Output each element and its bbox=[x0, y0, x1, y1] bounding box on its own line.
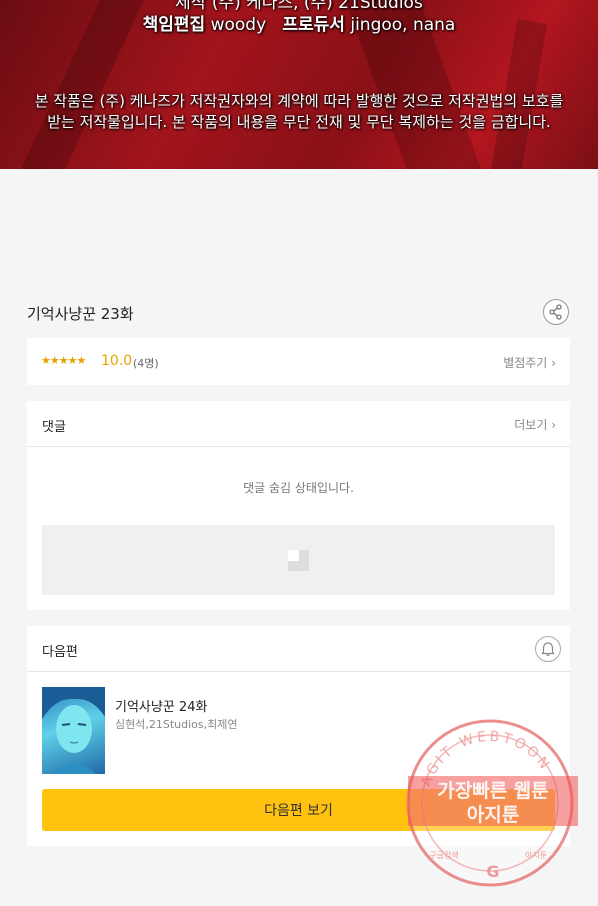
comments-more-label: 더보기 bbox=[514, 418, 548, 432]
next-episode-thumbnail[interactable] bbox=[42, 687, 105, 774]
divider bbox=[27, 446, 570, 447]
next-section-title: 다음편 bbox=[42, 645, 78, 660]
next-episode-authors: 심현석,21Studios,최제연 bbox=[115, 718, 238, 731]
episode-end-banner: 제작 (주) 케나즈, (주) 21Studios 책임편집 woody 프로듀… bbox=[0, 0, 598, 169]
ad-image-icon bbox=[288, 550, 309, 571]
rating-card: ★★★★★ 10.0 (4명) 별점주기 › bbox=[27, 338, 570, 385]
chevron-right-icon: › bbox=[551, 418, 556, 432]
bell-icon bbox=[541, 642, 555, 657]
producer-name: jingoo, nana bbox=[350, 15, 456, 35]
comments-card: 댓글 더보기 › 댓글 숨김 상태입니다. bbox=[27, 401, 570, 610]
ad-placeholder[interactable] bbox=[42, 525, 555, 595]
share-icon bbox=[549, 304, 562, 320]
agit-webtoon-watermark-logo: AGIT WEBTOON 가장빠른 웹툰 아지툰 구글검색 아지툰 G bbox=[406, 719, 578, 887]
editor-name: woody bbox=[210, 15, 267, 35]
svg-text:가장빠른 웹툰: 가장빠른 웹툰 bbox=[437, 780, 549, 802]
svg-text:구글검색: 구글검색 bbox=[429, 850, 458, 860]
notify-button[interactable] bbox=[535, 636, 561, 662]
rating-score: 10.0 bbox=[101, 353, 133, 369]
chevron-right-icon: › bbox=[551, 356, 556, 370]
copyright-notice: 본 작품은 (주) 케나즈가 저작권자와의 계약에 따라 발행한 것으로 저작권… bbox=[0, 91, 598, 133]
editor-label: 책임편집 bbox=[142, 15, 206, 35]
rate-button-label: 별점주기 bbox=[503, 356, 548, 370]
producer-label: 프로듀서 bbox=[282, 15, 345, 35]
divider bbox=[27, 671, 570, 672]
comments-title: 댓글 bbox=[42, 420, 66, 435]
svg-text:G: G bbox=[486, 862, 499, 881]
next-episode-title[interactable]: 기억사냥꾼 24화 bbox=[115, 696, 207, 715]
svg-text:아지툰: 아지툰 bbox=[467, 804, 519, 826]
notice-line: 본 작품은 (주) 케나즈가 저작권자와의 계약에 따라 발행한 것으로 저작권… bbox=[34, 92, 564, 110]
staff-credit: 책임편집 woody 프로듀서 jingoo, nana bbox=[0, 10, 598, 35]
episode-title: 기억사냥꾼 23화 bbox=[27, 305, 134, 323]
share-button[interactable] bbox=[543, 299, 569, 325]
comments-hidden-message: 댓글 숨김 상태입니다. bbox=[243, 481, 354, 495]
rating-stars: ★★★★★ bbox=[41, 354, 86, 367]
comments-more-link[interactable]: 더보기 › bbox=[514, 416, 556, 433]
rating-count: (4명) bbox=[133, 357, 159, 370]
notice-line: 받는 저작물입니다. 본 작품의 내용을 무단 전재 및 무단 복제하는 것을 … bbox=[47, 113, 551, 131]
svg-text:아지툰: 아지툰 bbox=[525, 850, 547, 860]
character-portrait-image bbox=[42, 687, 105, 774]
rate-button[interactable]: 별점주기 › bbox=[503, 354, 556, 371]
